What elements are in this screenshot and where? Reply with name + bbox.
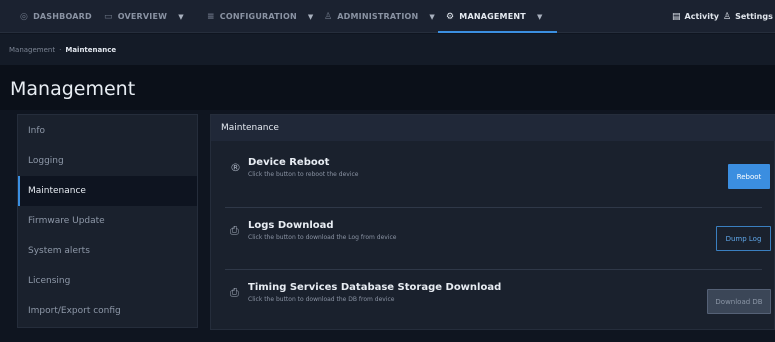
sidebar-item-maintenance[interactable]: Maintenance [18,176,197,206]
database-download-row: ⎙ Timing Services Database Storage Downl… [225,270,771,332]
nav-overview[interactable]: ▭ OVERVIEW ▼ [104,0,184,33]
sidebar-item-label: Info [28,126,46,136]
breadcrumb: Management · Maintenance [0,34,775,65]
activity-link[interactable]: ▤ Activity [672,0,719,33]
sidebar-item-label: System alerts [28,246,90,256]
sidebar-item-import-export-config[interactable]: Import/Export config [18,296,197,326]
sliders-icon: ≡ [207,11,215,22]
dump-log-button[interactable]: Dump Log [716,226,771,251]
settings-label: Settings [735,12,773,21]
sidebar-item-info[interactable]: Info [18,116,197,146]
nav-configuration-label: CONFIGURATION [219,12,297,21]
monitor-icon: ▭ [104,11,113,22]
user-icon: ♙ [723,11,732,22]
sidebar-item-label: Logging [28,156,64,166]
reboot-button[interactable]: Reboot [728,164,770,189]
page-title: Management [10,78,136,100]
sidebar-item-label: Maintenance [28,186,86,196]
row-description: Click the button to download the DB from… [248,296,395,303]
nav-overview-label: OVERVIEW [117,12,168,21]
sidebar-item-label: Firmware Update [28,216,105,226]
nav-configuration[interactable]: ≡ CONFIGURATION ▼ [207,0,313,33]
nav-dashboard-label: DASHBOARD [33,12,92,21]
chevron-down-icon: ▼ [536,12,543,21]
activity-label: Activity [684,12,720,21]
file-download-icon: ⎙ [230,286,239,299]
dashboard-icon: ◎ [20,11,29,22]
nav-management-label: MANAGEMENT [459,12,526,21]
row-title: Timing Services Database Storage Downloa… [248,282,502,293]
row-description: Click the button to download the Log fro… [248,234,397,241]
sidebar-item-logging[interactable]: Logging [18,146,197,176]
row-description: Click the button to reboot the device [248,171,359,178]
chevron-down-icon: ▼ [429,12,435,21]
sidebar-item-system-alerts[interactable]: System alerts [18,236,197,266]
nav-management[interactable]: ⚙ MANAGEMENT ▼ [438,0,556,33]
gear-icon: ⚙ [446,11,455,22]
panel-header: Maintenance [211,115,775,141]
users-icon: ♙ [324,11,333,22]
nav-dashboard[interactable]: ◎ DASHBOARD [20,0,92,33]
sidebar: Info Logging Maintenance Firmware Update… [17,114,198,328]
nav-administration-label: ADMINISTRATION [337,12,419,21]
breadcrumb-current: Maintenance [65,45,117,54]
download-db-button: Download DB [707,289,771,314]
chevron-down-icon: ▼ [307,12,314,21]
file-download-icon: ⎙ [230,224,239,237]
maintenance-panel: Maintenance ® Device Reboot Click the bu… [210,114,775,330]
breadcrumb-separator: · [59,45,62,54]
breadcrumb-parent[interactable]: Management [9,46,55,54]
device-reboot-row: ® Device Reboot Click the button to rebo… [225,145,770,207]
row-title: Device Reboot [248,157,330,168]
row-title: Logs Download [248,220,334,231]
sidebar-item-label: Licensing [28,276,71,286]
sidebar-item-licensing[interactable]: Licensing [18,266,197,296]
chevron-down-icon: ▼ [178,12,184,21]
logs-download-row: ⎙ Logs Download Click the button to down… [225,208,771,270]
sidebar-item-label: Import/Export config [28,306,121,316]
settings-link[interactable]: ♙ Settings ▼ [723,0,775,33]
reboot-icon: ® [230,161,241,174]
nav-administration[interactable]: ♙ ADMINISTRATION ▼ [324,0,435,33]
top-navigation: ◎ DASHBOARD ▭ OVERVIEW ▼ ≡ CONFIGURATION… [0,0,775,33]
sidebar-item-firmware-update[interactable]: Firmware Update [18,206,197,236]
document-icon: ▤ [672,11,681,22]
